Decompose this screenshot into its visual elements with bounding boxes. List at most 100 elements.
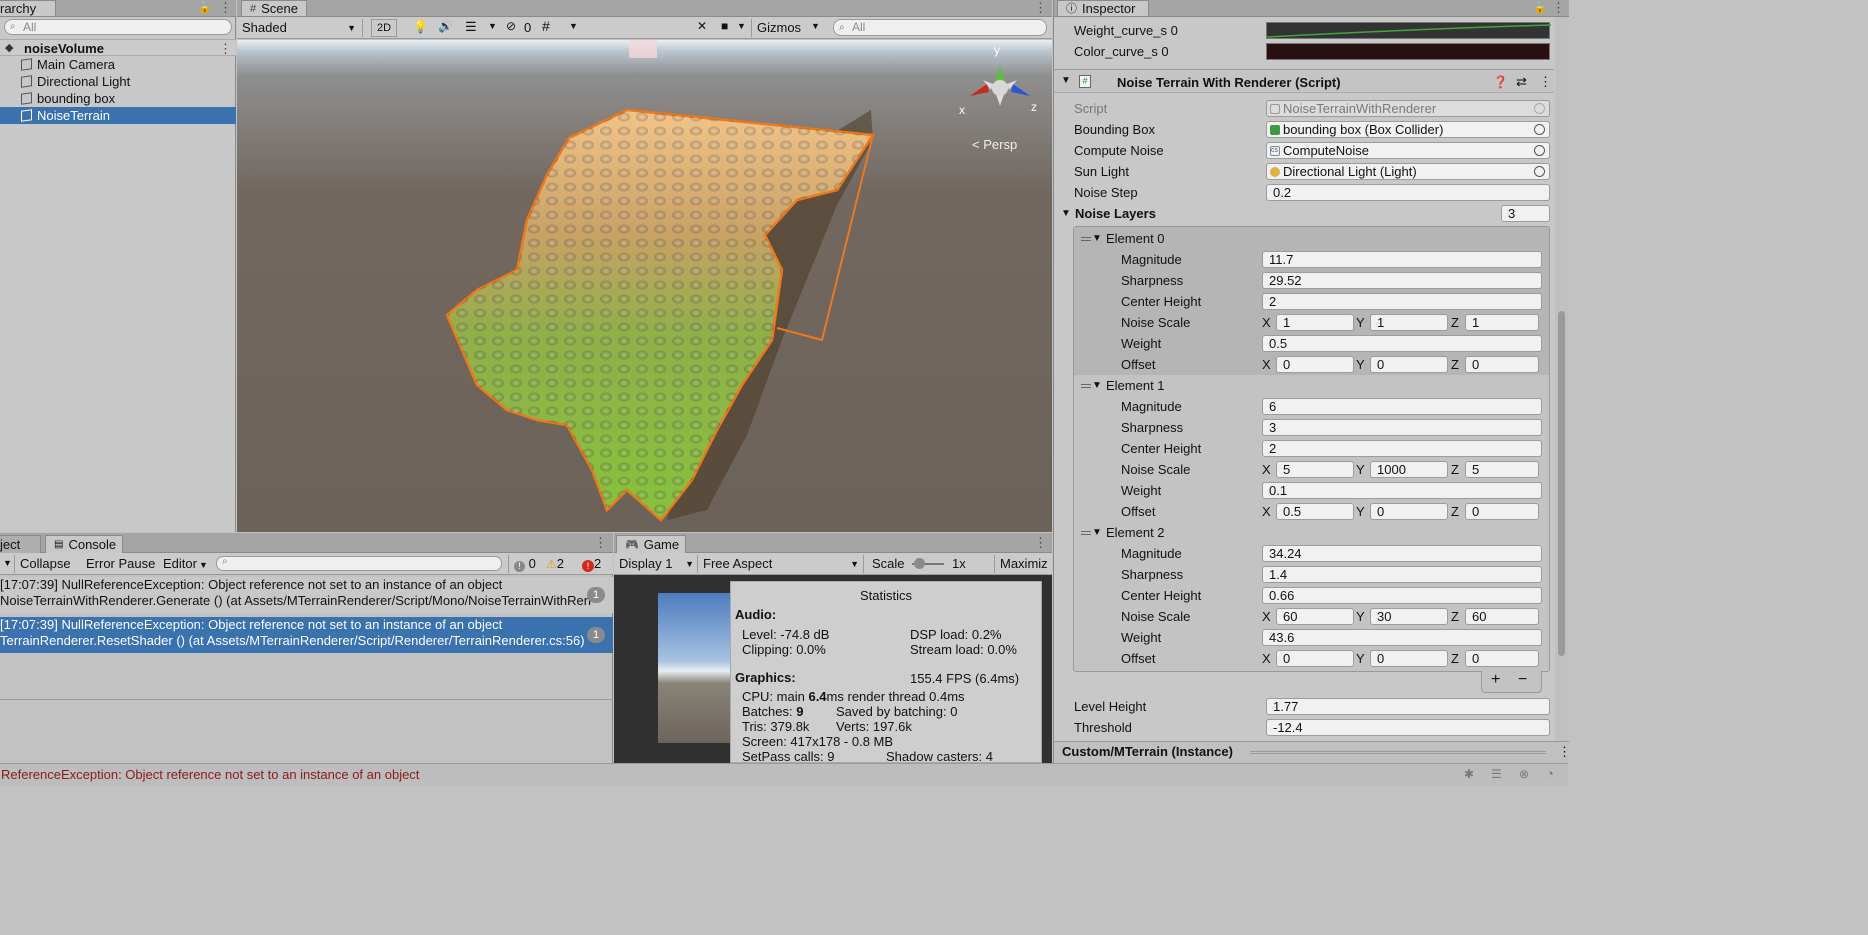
- tools-icon[interactable]: ✕: [697, 19, 707, 33]
- clear-dropdown-arrow-icon[interactable]: ▼: [3, 558, 12, 568]
- bug-icon[interactable]: ✱: [1464, 767, 1474, 781]
- dropdown-arrow-icon[interactable]: ▼: [488, 21, 497, 31]
- foldout-arrow-icon[interactable]: ▼: [1092, 380, 1102, 391]
- effects-toggle-icon[interactable]: ☰: [465, 19, 477, 35]
- hierarchy-item-bounding-box[interactable]: bounding box: [0, 90, 236, 107]
- warning-filter-toggle[interactable]: ⚠2: [541, 555, 569, 573]
- more-options-icon[interactable]: ⋮: [1034, 0, 1047, 16]
- scale-slider[interactable]: [912, 558, 944, 569]
- hierarchy-item-main-camera[interactable]: Main Camera: [0, 56, 236, 73]
- lock-icon[interactable]: 🔒: [198, 1, 212, 14]
- weight-curve-field[interactable]: [1266, 22, 1551, 39]
- weight-input[interactable]: 0.1: [1262, 482, 1542, 499]
- noise-scale-x-input[interactable]: 60: [1276, 608, 1354, 625]
- noise-terrain-mesh[interactable]: [237, 40, 1052, 532]
- reorder-handle-icon[interactable]: [1081, 531, 1091, 535]
- console-search-input[interactable]: ⌕: [216, 556, 502, 571]
- offset-z-input[interactable]: 0: [1465, 356, 1539, 373]
- hierarchy-item-directional-light[interactable]: Directional Light: [0, 73, 236, 90]
- weight-input[interactable]: 0.5: [1262, 335, 1542, 352]
- noise-scale-z-input[interactable]: 5: [1465, 461, 1539, 478]
- console-entry[interactable]: [17:07:39] NullReferenceException: Objec…: [0, 617, 613, 653]
- shading-mode-dropdown[interactable]: Shaded ▼: [237, 19, 363, 37]
- scene-search-input[interactable]: ⌕ All: [833, 19, 1047, 36]
- hierarchy-search-input[interactable]: ⌕ All: [4, 19, 232, 35]
- console-entry[interactable]: [17:07:39] NullReferenceException: Objec…: [0, 577, 613, 613]
- debug-icon[interactable]: ⊗: [1519, 767, 1529, 781]
- scrollbar-thumb[interactable]: [1558, 311, 1565, 656]
- projection-toggle[interactable]: < Persp: [972, 137, 1017, 152]
- offset-x-input[interactable]: 0.5: [1276, 503, 1354, 520]
- threshold-input[interactable]: -12.4: [1266, 719, 1550, 736]
- material-drag-handle[interactable]: [1250, 751, 1546, 754]
- component-menu-icon[interactable]: ⋮: [1539, 74, 1552, 90]
- dropdown-arrow-icon[interactable]: ▼: [811, 21, 820, 31]
- noise-scale-x-input[interactable]: 1: [1276, 314, 1354, 331]
- object-picker-icon[interactable]: [1534, 124, 1545, 135]
- tab-console[interactable]: ▤ Console: [45, 535, 123, 553]
- tab-game[interactable]: 🎮 Game: [616, 535, 686, 553]
- script-field[interactable]: NoiseTerrainWithRenderer: [1266, 100, 1550, 117]
- grid-toggle-icon[interactable]: #: [542, 18, 550, 34]
- more-options-icon[interactable]: ⋮: [1558, 744, 1571, 760]
- magnitude-input[interactable]: 34.24: [1262, 545, 1542, 562]
- remove-element-button[interactable]: −: [1518, 671, 1527, 689]
- error-pause-button[interactable]: Error Pause: [81, 555, 160, 573]
- magnitude-input[interactable]: 11.7: [1262, 251, 1542, 268]
- hierarchy-item-noise-terrain[interactable]: NoiseTerrain: [0, 107, 236, 124]
- object-picker-icon[interactable]: [1534, 103, 1545, 114]
- progress-icon[interactable]: ◔: [1546, 766, 1554, 781]
- scene-menu-icon[interactable]: ⋮: [219, 40, 232, 57]
- sun-light-field[interactable]: Directional Light (Light): [1266, 163, 1550, 180]
- status-bar[interactable]: ReferenceException: Object reference not…: [0, 763, 1568, 785]
- inspector-scrollbar[interactable]: [1555, 17, 1568, 741]
- lock-icon[interactable]: 🔒: [1533, 1, 1547, 14]
- collapse-button[interactable]: Collapse: [14, 555, 76, 573]
- offset-x-input[interactable]: 0: [1276, 650, 1354, 667]
- object-picker-icon[interactable]: [1534, 145, 1545, 156]
- game-render[interactable]: [658, 593, 730, 743]
- gizmos-dropdown[interactable]: Gizmos: [751, 19, 806, 37]
- noise-layers-size-input[interactable]: 3: [1501, 205, 1550, 222]
- more-options-icon[interactable]: ⋮: [219, 0, 232, 16]
- sharpness-input[interactable]: 3: [1262, 419, 1542, 436]
- error-filter-toggle[interactable]: ! 2: [577, 555, 606, 573]
- noise-scale-y-input[interactable]: 1000: [1370, 461, 1448, 478]
- layers-icon[interactable]: ☰: [1491, 767, 1502, 781]
- lighting-toggle-icon[interactable]: 💡: [413, 20, 428, 34]
- offset-y-input[interactable]: 0: [1370, 503, 1448, 520]
- more-options-icon[interactable]: ⋮: [594, 535, 607, 551]
- color-curve-field[interactable]: [1266, 43, 1550, 60]
- tab-project[interactable]: ject: [0, 535, 41, 553]
- hidden-objects-icon[interactable]: ⊘: [506, 19, 516, 33]
- toggle-2d-button[interactable]: 2D: [371, 19, 398, 37]
- audio-toggle-icon[interactable]: 🔊: [438, 19, 453, 33]
- more-options-icon[interactable]: ⋮: [1552, 0, 1565, 16]
- weight-input[interactable]: 43.6: [1262, 629, 1542, 646]
- element-title[interactable]: Element 0: [1106, 231, 1165, 246]
- center-height-input[interactable]: 2: [1262, 293, 1542, 310]
- noise-scale-y-input[interactable]: 1: [1370, 314, 1448, 331]
- reorder-handle-icon[interactable]: [1081, 384, 1091, 388]
- aspect-dropdown[interactable]: Free Aspect ▼: [698, 555, 864, 573]
- center-height-input[interactable]: 2: [1262, 440, 1542, 457]
- orientation-gizmo[interactable]: [955, 46, 1045, 126]
- display-dropdown[interactable]: Display 1 ▼: [614, 555, 698, 573]
- material-header[interactable]: Custom/MTerrain (Instance) ⋮: [1054, 741, 1571, 763]
- bounding-box-field[interactable]: bounding box (Box Collider): [1266, 121, 1550, 138]
- maximize-button[interactable]: Maximiz: [994, 555, 1052, 573]
- foldout-arrow-icon[interactable]: ▼: [1061, 208, 1071, 219]
- console-divider[interactable]: [0, 699, 613, 700]
- foldout-arrow-icon[interactable]: ▼: [1061, 75, 1071, 86]
- dropdown-arrow-icon[interactable]: ▼: [569, 21, 578, 31]
- scale-slider-thumb[interactable]: [914, 558, 925, 569]
- component-header[interactable]: ▼ # Noise Terrain With Renderer (Script)…: [1054, 69, 1554, 93]
- more-options-icon[interactable]: ⋮: [1034, 535, 1047, 551]
- offset-z-input[interactable]: 0: [1465, 650, 1539, 667]
- offset-y-input[interactable]: 0: [1370, 356, 1448, 373]
- reorder-handle-icon[interactable]: [1081, 237, 1091, 241]
- center-height-input[interactable]: 0.66: [1262, 587, 1542, 604]
- camera-icon[interactable]: ■: [721, 19, 728, 33]
- element-title[interactable]: Element 1: [1106, 378, 1165, 393]
- scene-root-row[interactable]: ◆ noiseVolume ⋮: [0, 39, 236, 56]
